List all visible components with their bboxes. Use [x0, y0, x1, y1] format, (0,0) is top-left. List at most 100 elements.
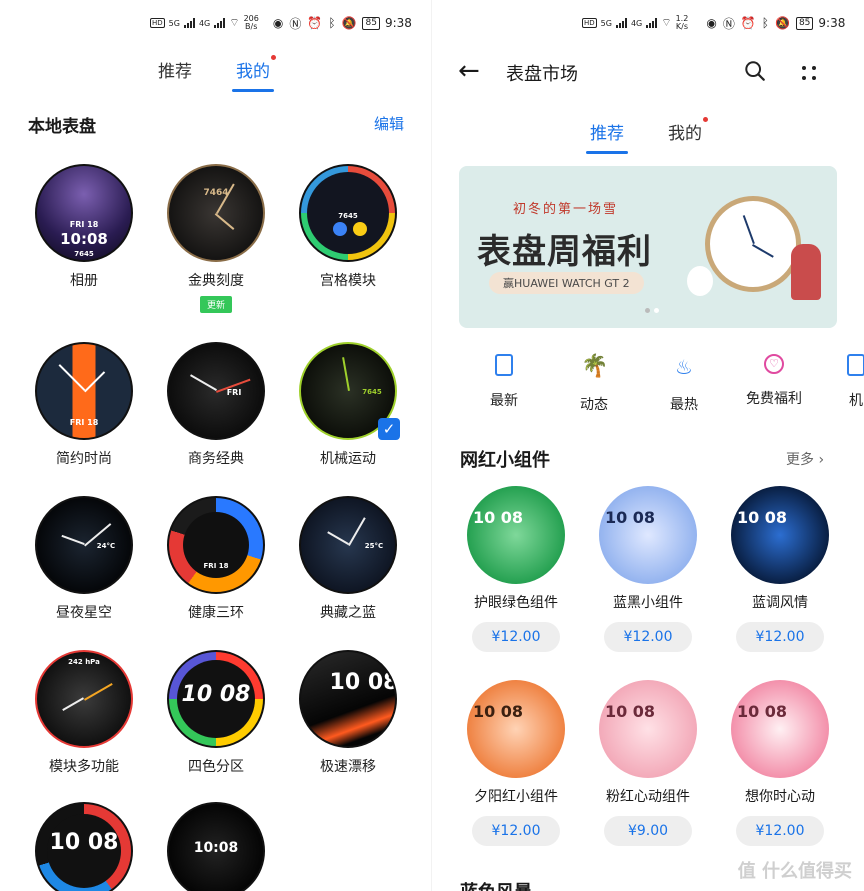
banner-headline: 表盘周福利 — [477, 232, 652, 272]
face-item-classic-scale[interactable]: 7464 金典刻度 更新 — [156, 164, 276, 313]
face-item-album[interactable]: FRI 18 10:08 7645 相册 — [24, 164, 144, 290]
face-inner: FRI 18 — [183, 512, 249, 578]
weather-icon — [353, 222, 367, 236]
top-bar: ← 表盘市场 — [432, 54, 864, 90]
face-time-text: 10 08 — [736, 508, 788, 527]
more-options-icon[interactable] — [800, 64, 818, 82]
product-card[interactable]: 10 08 粉红心动组件 ¥9.00 — [588, 680, 708, 846]
status-bar: HD 5G 4G ⌔ 206 B/s ◉ Ⓝ ⏰ ᛒ 🔕 85 9:38 — [150, 12, 412, 34]
face-time-text: 10:08 — [193, 840, 239, 856]
face-item-multi-module[interactable]: 242 hPa 模块多功能 — [24, 650, 144, 776]
minute-hand — [342, 357, 350, 391]
network-speed: 206 B/s — [243, 14, 259, 31]
status-time: 9:38 — [384, 16, 412, 30]
search-icon[interactable] — [744, 60, 766, 82]
edit-button[interactable]: 编辑 — [374, 113, 404, 134]
category-row: 最新 🌴 动态 ♨ 最热 ♡ 免费福利 机 — [432, 354, 864, 424]
face-item-four-color[interactable]: 10 08 四色分区 — [156, 650, 276, 776]
category-free[interactable]: ♡ 免费福利 — [734, 354, 814, 408]
category-animated[interactable]: 🌴 动态 — [554, 354, 634, 414]
watch-face-thumbnail: 10:08 — [167, 802, 265, 891]
price-button[interactable]: ¥12.00 — [472, 622, 560, 652]
music-icon — [333, 222, 347, 236]
product-card[interactable]: 10 08 蓝调风情 ¥12.00 — [720, 486, 840, 652]
face-name: 四色分区 — [188, 759, 244, 775]
watch-face-thumbnail: FRI 18 10:08 7645 — [35, 164, 133, 262]
price-button[interactable]: ¥12.00 — [604, 622, 692, 652]
watch-face-thumbnail: FRI — [167, 342, 265, 440]
face-name: 相册 — [70, 273, 98, 289]
product-card[interactable]: 10 08 蓝黑小组件 ¥12.00 — [588, 486, 708, 652]
face-inner: 7645 — [307, 172, 389, 254]
face-item-starry[interactable]: 24°C 昼夜星空 — [24, 496, 144, 622]
product-card[interactable]: 10 08 想你时心动 ¥12.00 — [720, 680, 840, 846]
price-button[interactable]: ¥12.00 — [736, 622, 824, 652]
back-arrow-icon[interactable]: ← — [458, 56, 480, 86]
category-newest[interactable]: 最新 — [464, 354, 544, 410]
watch-face-thumbnail: 7464 — [167, 164, 265, 262]
selected-checkmark-icon: ✓ — [378, 418, 400, 440]
category-more[interactable]: 机 — [816, 354, 864, 410]
watch-face-thumbnail: 10 08 — [731, 680, 829, 778]
tab-recommended[interactable]: 推荐 — [158, 57, 192, 82]
price-button[interactable]: ¥12.00 — [472, 816, 560, 846]
product-name: 粉红心动组件 — [606, 789, 690, 805]
more-link[interactable]: 更多 › — [786, 449, 824, 469]
promo-banner[interactable]: 初冬的第一场雪 表盘周福利 赢HUAWEI WATCH GT 2 — [459, 166, 837, 328]
watch-face-thumbnail: 10 08 — [299, 650, 397, 748]
tab-mine[interactable]: 我的 — [668, 117, 708, 144]
face-name: 健康三环 — [188, 605, 244, 621]
face-temp-text: 25°C — [364, 542, 384, 550]
product-name: 想你时心动 — [745, 789, 815, 805]
watch-face-thumbnail: 24°C — [35, 496, 133, 594]
minute-hand — [84, 683, 113, 701]
update-badge: 更新 — [199, 296, 232, 313]
face-item-blue-collection[interactable]: 25°C 典藏之蓝 — [288, 496, 408, 622]
face-item-health-rings[interactable]: FRI 18 健康三环 — [156, 496, 276, 622]
price-button[interactable]: ¥9.00 — [604, 816, 692, 846]
face-item-row5-b[interactable]: 10:08 — [156, 802, 276, 891]
banner-subtitle: 初冬的第一场雪 — [513, 202, 619, 217]
section-title: 网红小组件 — [460, 450, 550, 471]
notification-dot — [271, 55, 276, 60]
category-icon — [847, 354, 864, 376]
palm-tree-icon: 🌴 — [581, 354, 609, 379]
network-speed: 1.2 K/s — [675, 14, 689, 31]
price-button[interactable]: ¥12.00 — [736, 816, 824, 846]
face-pressure-text: 242 hPa — [68, 658, 100, 666]
face-time-text: 10 08 — [604, 702, 656, 721]
face-item-simple-fashion[interactable]: FRI 18 简约时尚 — [24, 342, 144, 468]
face-item-row5-a[interactable]: 10 08 — [24, 802, 144, 891]
network-icons: HD 5G 4G ⌔ — [582, 16, 672, 29]
page-title: 表盘市场 — [506, 64, 578, 85]
face-time-text: 10 08 — [736, 702, 788, 721]
section-title: 本地表盘 — [28, 117, 96, 137]
bluetooth-icon: ᛒ — [328, 16, 336, 30]
face-name: 简约时尚 — [56, 451, 112, 467]
watch-face-thumbnail: 10 08 — [599, 680, 697, 778]
snowman-illustration — [687, 266, 713, 296]
face-item-grid-modules[interactable]: 7645 宫格模块 — [288, 164, 408, 290]
face-name: 典藏之蓝 — [320, 605, 376, 621]
watch-face-thumbnail: 7645 — [299, 164, 397, 262]
watch-face-thumbnail: 10 08 — [35, 802, 133, 891]
tab-bar: 推荐 我的 — [158, 55, 276, 92]
face-steps-text: 7645 — [74, 250, 94, 258]
tab-mine[interactable]: 我的 — [232, 55, 276, 92]
nfc-icon: Ⓝ — [722, 16, 735, 31]
product-card[interactable]: 10 08 护眼绿色组件 ¥12.00 — [456, 486, 576, 652]
face-item-speed-drift[interactable]: 10 08 极速漂移 — [288, 650, 408, 776]
tab-recommended[interactable]: 推荐 — [586, 119, 628, 154]
product-card[interactable]: 10 08 夕阳红小组件 ¥12.00 — [456, 680, 576, 846]
status-bar: HD 5G 4G ⌔ 1.2 K/s ◉ Ⓝ ⏰ ᛒ 🔕 85 9:38 — [582, 12, 845, 34]
category-hottest[interactable]: ♨ 最热 — [644, 354, 724, 414]
watch-face-thumbnail: FRI 18 — [167, 496, 265, 594]
watch-face-thumbnail: 10 08 — [467, 486, 565, 584]
face-time-text: 10 08 — [472, 508, 524, 527]
face-item-business[interactable]: FRI 商务经典 — [156, 342, 276, 468]
face-market-panel: HD 5G 4G ⌔ 1.2 K/s ◉ Ⓝ ⏰ ᛒ 🔕 85 9:38 ← 表盘市… — [432, 0, 864, 891]
face-item-mechanical[interactable]: 7645 ✓ 机械运动 — [288, 342, 408, 468]
watch-face-thumbnail: 10 08 — [731, 486, 829, 584]
face-name: 宫格模块 — [320, 273, 376, 289]
face-time-text: 10 08 — [49, 830, 119, 855]
